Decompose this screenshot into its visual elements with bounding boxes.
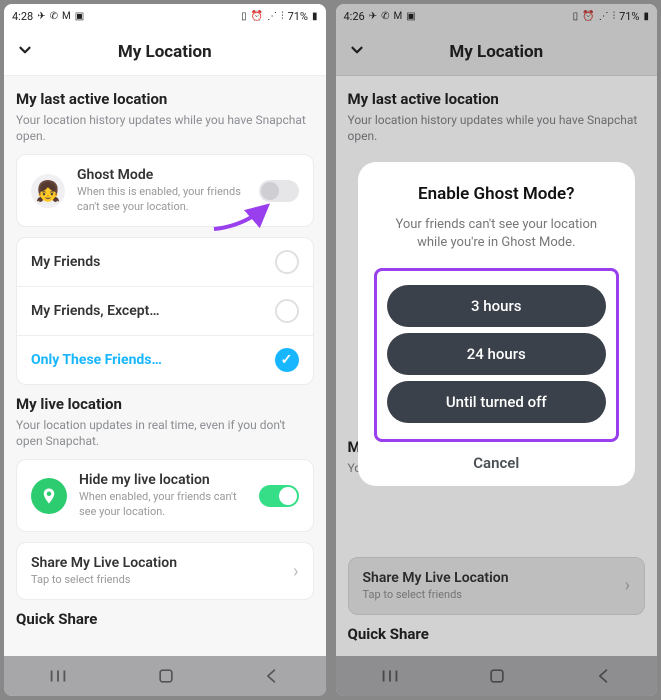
section-last-active-sub: Your location history updates while you … xyxy=(16,112,314,144)
hide-live-sub: When enabled, your friends can't see you… xyxy=(79,490,247,519)
section-live-title: My live location xyxy=(16,395,314,413)
android-nav-bar xyxy=(4,656,326,696)
chevron-right-icon: › xyxy=(293,561,298,582)
checkmark-selected-icon: ✓ xyxy=(275,348,299,372)
page-header: My Location xyxy=(4,28,326,76)
section-last-active-title: My last active location xyxy=(16,90,314,108)
mail-icon: M xyxy=(62,11,71,22)
ghost-mode-sub: When this is enabled, your friends can't… xyxy=(77,185,247,214)
ghost-mode-toggle[interactable] xyxy=(259,180,299,202)
battery-icon: ▮ xyxy=(312,11,318,22)
home-button[interactable] xyxy=(156,666,176,686)
share-live-title: Share My Live Location xyxy=(31,555,281,571)
phone-right-modal: 4:26 ✈ ✆ M ▣ ▯ ⏰ ⋰ ⫶ 71% ▮ My Location M… xyxy=(336,4,658,696)
hide-live-card: Hide my live location When enabled, your… xyxy=(16,459,314,532)
ghost-mode-modal: Enable Ghost Mode? Your friends can't se… xyxy=(358,162,636,486)
duration-24-hours-button[interactable]: 24 hours xyxy=(387,333,607,375)
nfc-icon: ▯ xyxy=(241,11,247,22)
section-quick-share-title: Quick Share xyxy=(16,610,314,628)
signal-icon: ⫶ xyxy=(281,11,284,22)
share-live-card: Share My Live Location Tap to select fri… xyxy=(16,542,314,600)
ghost-mode-row[interactable]: 👧 Ghost Mode When this is enabled, your … xyxy=(17,155,313,226)
phone-left-settings: 4:28 ✈ ✆ M ▣ ▯ ⏰ ⋰ ⫶ 71% ▮ My Location M… xyxy=(4,4,326,696)
status-bar: 4:28 ✈ ✆ M ▣ ▯ ⏰ ⋰ ⫶ 71% ▮ xyxy=(4,4,326,28)
share-live-row[interactable]: Share My Live Location Tap to select fri… xyxy=(17,543,313,599)
modal-title: Enable Ghost Mode? xyxy=(374,184,620,204)
hide-live-row[interactable]: Hide my live location When enabled, your… xyxy=(17,460,313,531)
recents-button[interactable] xyxy=(47,665,69,687)
cancel-button[interactable]: Cancel xyxy=(374,454,620,472)
annotation-highlight-box: 3 hours 24 hours Until turned off xyxy=(374,268,620,442)
radio-unchecked-icon xyxy=(275,299,299,323)
option-my-friends-except[interactable]: My Friends, Except… xyxy=(17,286,313,335)
option-label: Only These Friends… xyxy=(31,352,263,368)
duration-until-off-button[interactable]: Until turned off xyxy=(387,381,607,423)
option-label: My Friends xyxy=(31,254,263,270)
wifi-icon: ⋰ xyxy=(267,11,277,22)
ghost-mode-title: Ghost Mode xyxy=(77,167,247,183)
alarm-icon: ⏰ xyxy=(251,11,263,22)
telegram-icon: ✈ xyxy=(37,11,45,22)
modal-subtitle: Your friends can't see your location whi… xyxy=(380,216,614,252)
avatar-bitmoji-icon: 👧 xyxy=(31,174,65,208)
status-time: 4:28 xyxy=(12,10,33,23)
section-live-sub: Your location updates in real time, even… xyxy=(16,417,314,449)
duration-3-hours-button[interactable]: 3 hours xyxy=(387,285,607,327)
share-live-sub: Tap to select friends xyxy=(31,573,281,587)
collapse-icon[interactable] xyxy=(16,41,34,63)
whatsapp-icon: ✆ xyxy=(50,11,58,22)
image-icon: ▣ xyxy=(75,11,84,22)
option-only-these-friends[interactable]: Only These Friends… ✓ xyxy=(17,335,313,384)
hide-live-toggle[interactable] xyxy=(259,485,299,507)
radio-unchecked-icon xyxy=(275,250,299,274)
option-my-friends[interactable]: My Friends xyxy=(17,238,313,286)
settings-content: My last active location Your location hi… xyxy=(4,76,326,656)
ghost-mode-card: 👧 Ghost Mode When this is enabled, your … xyxy=(16,154,314,227)
location-pin-icon xyxy=(31,478,67,514)
option-label: My Friends, Except… xyxy=(31,303,263,319)
page-title: My Location xyxy=(118,42,212,62)
battery-percent: 71% xyxy=(288,10,308,23)
visibility-options-card: My Friends My Friends, Except… Only Thes… xyxy=(16,237,314,385)
back-button[interactable] xyxy=(262,666,282,686)
hide-live-title: Hide my live location xyxy=(79,472,247,488)
